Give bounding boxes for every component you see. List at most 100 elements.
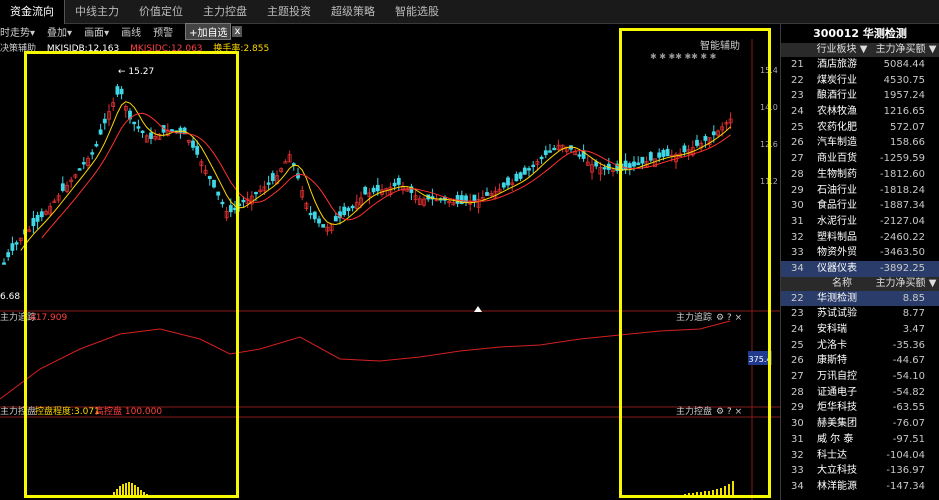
sectors-row[interactable]: 23 酿酒行业 1957.24 xyxy=(781,88,939,104)
sectors-row[interactable]: 30 食品行业 -1887.34 xyxy=(781,198,939,214)
stocks-row[interactable]: 25 尤洛卡 -35.36 xyxy=(781,338,939,354)
name-column-header[interactable]: 名称 xyxy=(811,277,873,291)
line-tool-button[interactable]: 画线 xyxy=(121,24,147,39)
tab-6[interactable]: 智能选股 xyxy=(385,0,449,24)
candle-body xyxy=(342,206,347,216)
rank: 31 xyxy=(791,433,804,445)
net-buy-value: 3.47 xyxy=(902,324,925,335)
net-buy-value: 8.77 xyxy=(902,308,925,320)
tab-1[interactable]: 中线主力 xyxy=(65,0,129,24)
sectors-row[interactable]: 27 商业百货 -1259.59 xyxy=(781,151,939,167)
scroll-up-arrow-icon xyxy=(474,306,482,312)
sector-name: 塑料制品 xyxy=(817,231,857,243)
sector-list: 21 酒店旅游 5084.44 22 煤炭行业 4530.75 23 酿酒行业 1957.24 2… xyxy=(781,57,939,277)
tab-5[interactable]: 超级策略 xyxy=(321,0,385,24)
sectors-row[interactable]: 22 煤炭行业 4530.75 xyxy=(781,73,939,89)
sectors-row[interactable]: 25 农药化肥 572.07 xyxy=(781,120,939,136)
sectors-row[interactable]: 21 酒店旅游 5084.44 xyxy=(781,57,939,73)
candle-body xyxy=(321,224,326,228)
net-buy-column-header[interactable]: 主力净买额 ▼ xyxy=(873,277,939,291)
sector-name: 生物制药 xyxy=(817,168,857,180)
candle-body xyxy=(539,156,544,160)
stock-name: 华测检测 xyxy=(817,292,857,304)
net-buy-value: 158.66 xyxy=(890,137,925,149)
net-buy-value: 8.85 xyxy=(902,292,925,304)
net-buy-value: 1957.24 xyxy=(883,90,925,102)
sector-name: 农林牧渔 xyxy=(817,106,857,118)
candle-body xyxy=(333,216,338,222)
stock-name: 大立科技 xyxy=(817,465,857,477)
stocks-row[interactable]: 33 大立科技 -136.97 xyxy=(781,463,939,479)
tab-2[interactable]: 价值定位 xyxy=(129,0,193,24)
candle-body xyxy=(308,212,313,216)
rank: 33 xyxy=(791,247,804,259)
stock-name: 证通电子 xyxy=(817,386,857,398)
stocks-row[interactable]: 31 威 尔 泰 -97.51 xyxy=(781,432,939,448)
net-buy-value: 1216.65 xyxy=(883,106,925,118)
tab-0[interactable]: 资金流向 xyxy=(0,0,65,24)
rank: 23 xyxy=(791,308,804,320)
sector-column-header[interactable]: 行业板块 ▼ xyxy=(811,43,873,57)
rank: 30 xyxy=(791,200,804,212)
alert-button[interactable]: 预警 xyxy=(153,24,179,39)
sector-name: 物资外贸 xyxy=(817,247,857,259)
add-watchlist-button[interactable]: +加自选 xyxy=(185,23,232,40)
sectors-row[interactable]: 29 石油行业 -1818.24 xyxy=(781,183,939,199)
stocks-row[interactable]: 32 科士达 -104.04 xyxy=(781,448,939,464)
toolbar-close-icon[interactable]: x xyxy=(232,26,243,37)
net-buy-column-header[interactable]: 主力净买额 ▼ xyxy=(873,43,939,57)
low-price-marker: 6.68 xyxy=(0,292,20,302)
net-buy-value: -136.97 xyxy=(886,465,925,477)
candle-body xyxy=(531,164,536,168)
stock-name: 苏试试验 xyxy=(817,308,857,320)
rank: 27 xyxy=(791,153,804,165)
stock-table-header: 名称 主力净买额 ▼ xyxy=(781,276,939,291)
sectors-row[interactable]: 26 汽车制造 158.66 xyxy=(781,135,939,151)
stocks-row[interactable]: 29 炬华科技 -63.55 xyxy=(781,400,939,416)
net-buy-value: -3463.50 xyxy=(880,247,925,259)
candle-body xyxy=(14,242,19,245)
stocks-row[interactable]: 24 安科瑞 3.47 xyxy=(781,322,939,338)
candle-body xyxy=(485,192,489,196)
rank: 32 xyxy=(791,449,804,461)
stocks-row[interactable]: 34 林洋能源 -147.34 xyxy=(781,479,939,495)
rank: 28 xyxy=(791,168,804,180)
sectors-row[interactable]: 32 塑料制品 -2460.22 xyxy=(781,230,939,246)
rank: 24 xyxy=(791,324,804,335)
rank: 22 xyxy=(791,74,804,86)
sector-name: 酿酒行业 xyxy=(817,90,857,102)
sectors-row[interactable]: 31 水泥行业 -2127.04 xyxy=(781,214,939,230)
sectors-row[interactable]: 33 物资外贸 -3463.50 xyxy=(781,245,939,261)
net-buy-value: -1887.34 xyxy=(880,200,925,212)
sectors-row[interactable]: 24 农林牧渔 1216.65 xyxy=(781,104,939,120)
period-dropdown[interactable]: 时走势▾ xyxy=(0,24,41,39)
stock-name: 万讯自控 xyxy=(817,371,857,383)
sector-ranking-panel: 300012 华测检测 行业板块 ▼ 主力净买额 ▼ 21 酒店旅游 5084.44… xyxy=(780,24,939,500)
stocks-row[interactable]: 23 苏试试验 8.77 xyxy=(781,306,939,322)
candle-body xyxy=(543,150,548,156)
stocks-row[interactable]: 28 证通电子 -54.82 xyxy=(781,385,939,401)
rank: 27 xyxy=(791,371,804,383)
net-buy-value: -54.82 xyxy=(892,386,925,398)
sectors-row[interactable]: 34 仪器仪表 -3892.25 xyxy=(781,260,939,277)
sectors-row[interactable]: 28 生物制药 -1812.60 xyxy=(781,167,939,183)
rank: 31 xyxy=(791,215,804,227)
tab-3[interactable]: 主力控盘 xyxy=(193,0,257,24)
stock-name: 威 尔 泰 xyxy=(817,433,854,445)
stocks-row[interactable]: 27 万讯自控 -54.10 xyxy=(781,369,939,385)
rank: 26 xyxy=(791,137,804,149)
stocks-row[interactable]: 30 赫美集团 -76.07 xyxy=(781,416,939,432)
candle-body xyxy=(455,195,460,204)
drawing-dropdown[interactable]: 画面▾ xyxy=(84,24,115,39)
candle-body xyxy=(350,205,355,209)
overlay-dropdown[interactable]: 叠加▾ xyxy=(47,24,78,39)
stocks-row[interactable]: 26 康斯特 -44.67 xyxy=(781,353,939,369)
stock-name: 安科瑞 xyxy=(817,324,847,335)
stocks-row[interactable]: 22 华测检测 8.85 xyxy=(781,290,939,307)
rank: 25 xyxy=(791,121,804,133)
sector-name: 仪器仪表 xyxy=(817,262,857,274)
sector-table-header: 行业板块 ▼ 主力净买额 ▼ xyxy=(781,43,939,57)
tab-4[interactable]: 主题投资 xyxy=(257,0,321,24)
candle-body xyxy=(396,177,401,185)
sector-name: 食品行业 xyxy=(817,200,857,212)
